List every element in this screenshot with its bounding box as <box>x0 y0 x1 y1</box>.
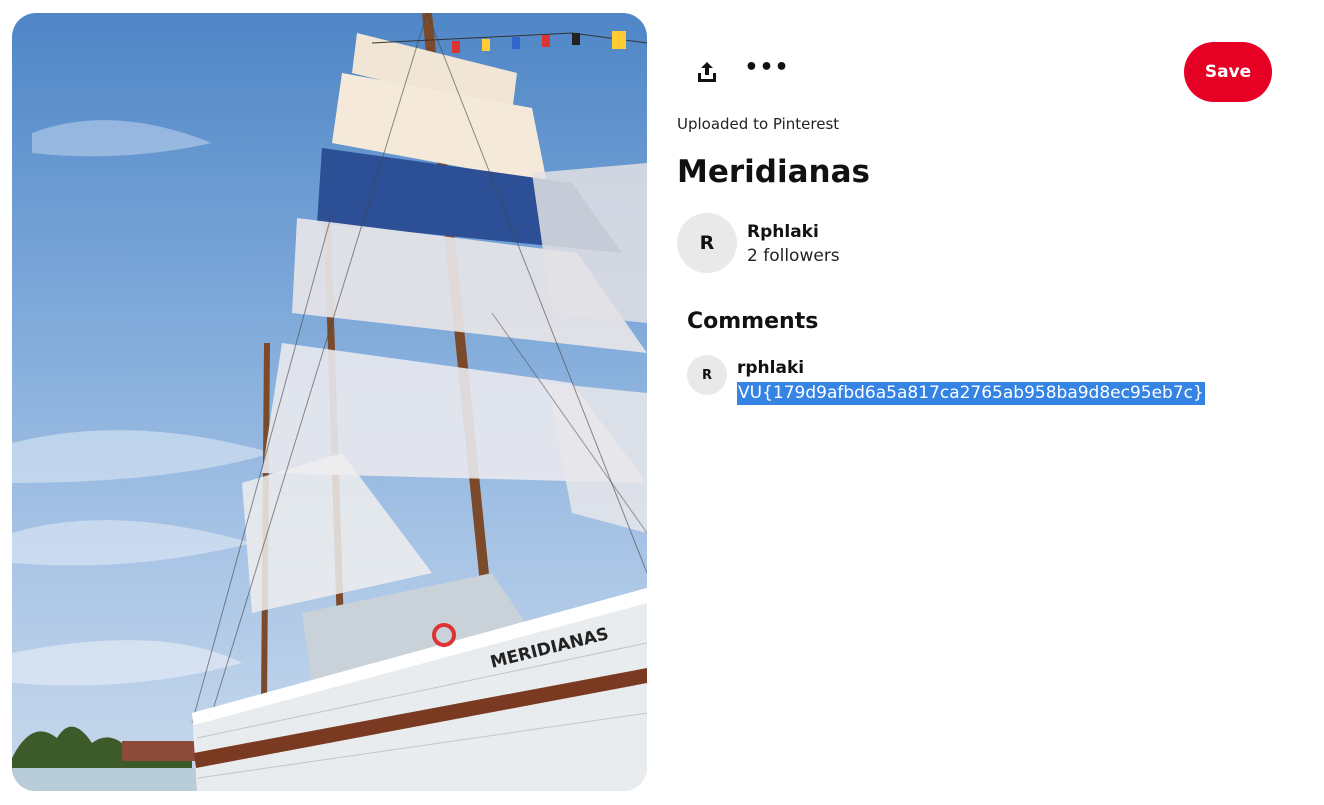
share-button[interactable] <box>683 48 731 96</box>
pin-title: Meridianas <box>677 154 870 190</box>
creator-name[interactable]: Rphlaki <box>747 222 819 242</box>
ship-illustration: MERIDIANAS <box>12 13 647 791</box>
comment-username[interactable]: rphlaki <box>737 358 804 378</box>
more-dots-icon: ••• <box>744 55 790 80</box>
save-button[interactable]: Save <box>1184 42 1272 102</box>
share-upload-icon <box>698 62 716 82</box>
uploaded-source-label: Uploaded to Pinterest <box>677 115 840 133</box>
pin-image[interactable]: MERIDIANAS <box>12 13 647 791</box>
creator-followers-count: 2 followers <box>747 246 840 266</box>
more-options-button[interactable]: ••• <box>743 48 791 96</box>
creator-avatar[interactable]: R <box>677 213 737 273</box>
comment-text: VU{179d9afbd6a5a817ca2765ab958ba9d8ec95e… <box>737 382 1205 405</box>
comment-avatar[interactable]: R <box>687 355 727 395</box>
comments-heading: Comments <box>687 309 819 334</box>
